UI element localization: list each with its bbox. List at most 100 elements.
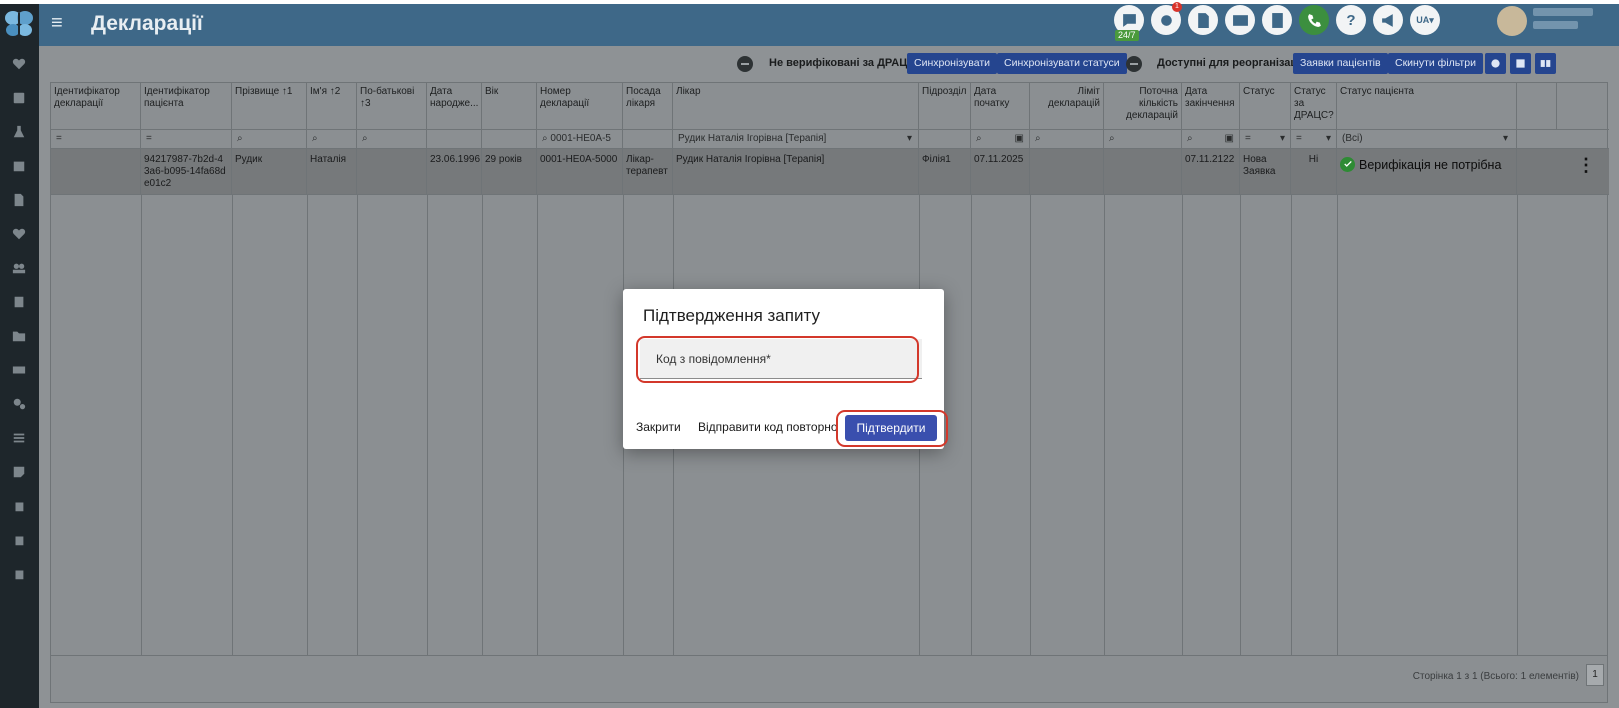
col-start-date[interactable]: Дата початку bbox=[971, 83, 1030, 130]
not-verified-label: Не верифіковані за ДРАЦС bbox=[769, 57, 916, 69]
filter-last-name[interactable]: ⌕ bbox=[232, 130, 307, 149]
col-patronymic[interactable]: По-батькові ↑3 bbox=[357, 83, 427, 130]
col-age[interactable]: Вік bbox=[482, 83, 537, 130]
money-icon[interactable] bbox=[11, 362, 27, 378]
book-icon[interactable] bbox=[11, 294, 27, 310]
heart-icon[interactable] bbox=[11, 56, 27, 72]
copy-icon[interactable] bbox=[11, 498, 27, 514]
filter-doctor-position[interactable] bbox=[623, 130, 673, 149]
reset-filters-button[interactable]: Скинути фільтри bbox=[1388, 53, 1483, 74]
filter-doctor-value: Рудик Наталія Ігорівна [Терапія] bbox=[678, 133, 827, 144]
filter-current-count[interactable]: ⌕ bbox=[1104, 130, 1182, 149]
col-drac-status[interactable]: Статус за ДРАЦС? bbox=[1291, 83, 1337, 130]
columns-icon[interactable] bbox=[1535, 53, 1556, 74]
help-icon[interactable]: ? bbox=[1336, 5, 1366, 35]
filter-first-name[interactable]: ⌕ bbox=[307, 130, 357, 149]
sidebar bbox=[0, 4, 39, 708]
save-icon[interactable] bbox=[1510, 53, 1531, 74]
col-end-date[interactable]: Дата закінчення bbox=[1182, 83, 1240, 130]
calendar-icon[interactable]: ▣ bbox=[1015, 133, 1024, 144]
filter-start-date[interactable]: ⌕ ▣ bbox=[971, 130, 1030, 149]
filter-decl-number[interactable]: ⌕ 0001-HE0A-5 bbox=[537, 130, 623, 149]
filter-patient-id[interactable]: = bbox=[141, 130, 232, 149]
dialog-title: Підтвердження запиту bbox=[643, 306, 820, 325]
close-button[interactable]: Закрити bbox=[636, 420, 681, 434]
filter-decl-number-value: 0001-HE0A-5 bbox=[550, 133, 611, 144]
cell-doctor-position: Лікар-терапевт bbox=[623, 149, 673, 195]
cell-start-date: 07.11.2025 bbox=[971, 149, 1030, 195]
document-icon[interactable] bbox=[11, 192, 27, 208]
col-patient-status[interactable]: Статус пацієнта bbox=[1337, 83, 1517, 130]
filter-limit[interactable]: ⌕ bbox=[1030, 130, 1104, 149]
user-name-blurred[interactable] bbox=[1533, 8, 1593, 36]
calendar-icon[interactable]: ▣ bbox=[1225, 133, 1234, 144]
kebab-menu-icon[interactable]: ⋮ bbox=[1577, 156, 1595, 174]
filter-patient-status[interactable]: (Всі) ▾ bbox=[1337, 130, 1517, 149]
card-icon[interactable] bbox=[1225, 5, 1255, 35]
col-doctor-position[interactable]: Посада лікаря bbox=[623, 83, 673, 130]
col-first-name[interactable]: Ім'я ↑2 bbox=[307, 83, 357, 130]
id-card-icon[interactable] bbox=[11, 90, 27, 106]
table-row[interactable]: 94217987-7b2d-43a6-b095-14fa68de01c2 Руд… bbox=[51, 149, 1609, 195]
users-icon[interactable] bbox=[11, 260, 27, 276]
filter-division[interactable] bbox=[919, 130, 971, 149]
copy-icon-2[interactable] bbox=[11, 532, 27, 548]
filter-birth-date[interactable] bbox=[427, 130, 482, 149]
reorg-toggle[interactable] bbox=[1126, 56, 1142, 72]
col-birth-date[interactable]: Дата народже... bbox=[427, 83, 482, 130]
language-select[interactable]: UA▾ bbox=[1410, 5, 1440, 35]
not-verified-toggle[interactable] bbox=[737, 56, 753, 72]
col-decl-id[interactable]: Ідентифікатор декларації bbox=[51, 83, 141, 130]
col-sep bbox=[141, 195, 142, 655]
filter-decl-id[interactable]: = bbox=[51, 130, 141, 149]
flask-icon[interactable] bbox=[11, 124, 27, 140]
page-button[interactable]: 1 bbox=[1586, 664, 1604, 686]
resend-code-button[interactable]: Відправити код повторно bbox=[698, 420, 838, 434]
filter-patronymic[interactable]: ⌕ bbox=[357, 130, 427, 149]
chevron-down-icon: ▾ bbox=[1279, 133, 1285, 144]
menu-icon[interactable]: ≡ bbox=[51, 13, 63, 33]
col-last-name[interactable]: Прізвище ↑1 bbox=[232, 83, 307, 130]
note-icon[interactable] bbox=[11, 464, 27, 480]
refresh-icon[interactable] bbox=[1485, 53, 1506, 74]
col-sep bbox=[232, 195, 233, 655]
col-sep bbox=[1517, 195, 1518, 655]
notification-badge: 1 bbox=[1172, 2, 1182, 12]
filter-status[interactable]: = ▾ bbox=[1240, 130, 1291, 149]
phone-icon[interactable] bbox=[1299, 5, 1329, 35]
cell-patient-id: 94217987-7b2d-43a6-b095-14fa68de01c2 bbox=[141, 149, 232, 195]
pdf-icon[interactable] bbox=[1188, 5, 1218, 35]
filter-age[interactable] bbox=[482, 130, 537, 149]
avatar[interactable] bbox=[1497, 6, 1527, 36]
col-division[interactable]: Підрозділ bbox=[919, 83, 971, 130]
filter-doctor[interactable]: Рудик Наталія Ігорівна [Терапія] ▾ bbox=[673, 130, 919, 149]
gears-icon[interactable] bbox=[11, 396, 27, 412]
heartbeat-icon[interactable] bbox=[11, 226, 27, 242]
chat-badge: 24/7 bbox=[1115, 30, 1139, 41]
patient-status-text: Верифікація не потрібна bbox=[1359, 157, 1502, 172]
col-doctor[interactable]: Лікар bbox=[673, 83, 919, 130]
filter-drac-status[interactable]: = ▾ bbox=[1291, 130, 1337, 149]
sync-status-button[interactable]: Синхронізувати статуси bbox=[997, 53, 1127, 74]
sync-button[interactable]: Синхронізувати bbox=[907, 53, 997, 74]
chevron-down-icon: ▾ bbox=[1502, 133, 1508, 144]
col-status[interactable]: Статус bbox=[1240, 83, 1291, 130]
copy-icon-3[interactable] bbox=[11, 566, 27, 582]
folder-icon[interactable] bbox=[11, 328, 27, 344]
calculator-icon[interactable] bbox=[1262, 5, 1292, 35]
calendar-icon[interactable] bbox=[11, 158, 27, 174]
col-decl-number[interactable]: Номер декларації bbox=[537, 83, 623, 130]
col-limit[interactable]: Ліміт декларацій bbox=[1030, 83, 1104, 130]
patient-requests-button[interactable]: Заявки пацієнтів bbox=[1293, 53, 1388, 74]
col-actions bbox=[1517, 83, 1557, 130]
megaphone-icon[interactable] bbox=[1373, 5, 1403, 35]
pager: Сторінка 1 з 1 (Всього: 1 елементів) 1 bbox=[51, 655, 1607, 703]
filter-end-date[interactable]: ⌕ ▣ bbox=[1182, 130, 1240, 149]
list-icon[interactable] bbox=[11, 430, 27, 446]
cell-doctor: Рудик Наталія Ігорівна [Терапія] bbox=[673, 149, 919, 195]
chevron-down-icon: ▾ bbox=[906, 133, 912, 144]
app-logo[interactable] bbox=[3, 8, 35, 40]
col-patient-id[interactable]: Ідентифікатор пацієнта bbox=[141, 83, 232, 130]
col-current-count[interactable]: Поточна кількість декларацій bbox=[1104, 83, 1182, 130]
cell-limit bbox=[1030, 149, 1104, 195]
